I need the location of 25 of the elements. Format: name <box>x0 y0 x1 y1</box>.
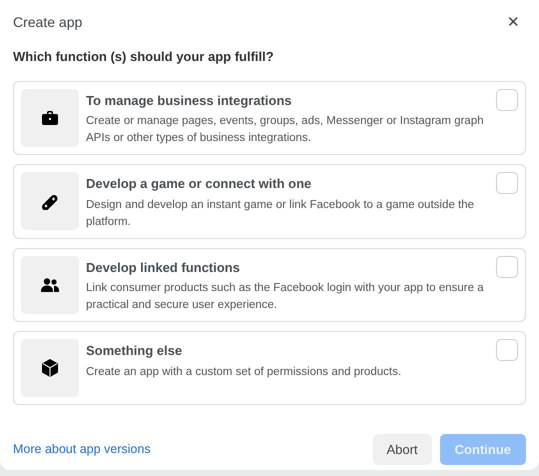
option-description: Create an app with a custom set of permissions and products. <box>86 364 402 380</box>
checkbox[interactable] <box>496 339 518 361</box>
checkbox[interactable] <box>496 88 518 110</box>
briefcase-icon <box>42 110 58 124</box>
gamepad-icon <box>41 192 59 210</box>
question-text: Which function (s) should your app fulfill? <box>13 48 275 66</box>
option-card[interactable]: To manage business integrations Create or manage pages, events, groups, ads, Messenger or Instagram graph APIs or other types of business integrations. <box>13 80 526 155</box>
cube-icon <box>42 359 58 377</box>
checkbox[interactable] <box>496 256 518 278</box>
option-card[interactable]: Develop a game or connect with one Design and develop an instant game or link Facebook to a game outside the platform. <box>13 164 526 238</box>
checkbox[interactable] <box>496 172 518 194</box>
option-description: Create or manage pages, events, groups, ads, Messenger or Instagram graph APIs or other types of business integrations. <box>86 114 485 146</box>
people-icon <box>41 278 59 292</box>
option-title: Develop linked functions <box>86 258 241 277</box>
option-card[interactable]: Something else Create an app with a custom set of permissions and products. <box>13 331 526 405</box>
option-card[interactable]: Develop linked functions Link consumer products such as the Facebook login with your app to ensure a practical and secure user experience. <box>13 248 526 322</box>
option-description: Link consumer products such as the Facebook login with your app to ensure a practical and secure user experience. <box>86 281 485 313</box>
option-title: Develop a game or connect with one <box>86 175 312 193</box>
option-title: To manage business integrations <box>86 92 293 110</box>
dialog-title: Create app <box>13 13 82 32</box>
more-link[interactable]: More about app versions <box>13 440 151 459</box>
abort-button[interactable]: Abort <box>372 434 432 465</box>
close-button[interactable]: ✕ <box>501 15 526 30</box>
option-description: Design and develop an instant game or link Facebook to a game outside the platform. <box>86 198 476 230</box>
option-title: Something else <box>86 342 184 360</box>
